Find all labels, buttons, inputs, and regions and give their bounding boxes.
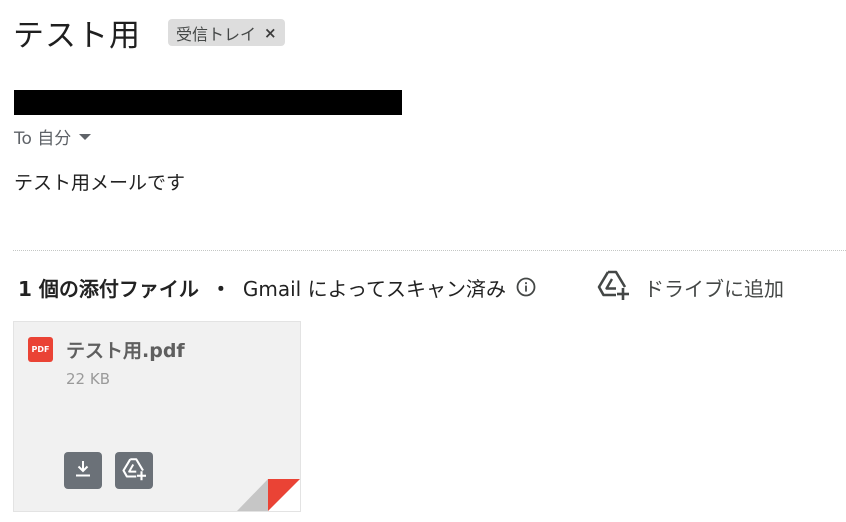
- attachments-header: 1 個の添付ファイル ・ Gmail によってスキャン済み: [18, 272, 536, 302]
- scan-status-text: Gmail によってスキャン済み: [242, 276, 506, 301]
- email-subject: テスト用: [13, 18, 141, 54]
- download-button[interactable]: [64, 452, 102, 489]
- recipient-details-toggle[interactable]: To 自分: [14, 124, 92, 149]
- caret-down-icon: [79, 133, 92, 140]
- attachment-count: 1 個の添付ファイル: [18, 276, 199, 301]
- recipient-text: To 自分: [14, 129, 72, 149]
- download-icon: [73, 459, 93, 483]
- drive-add-icon: [596, 269, 630, 305]
- save-to-drive-button[interactable]: [115, 452, 153, 489]
- page-corner-fold: [237, 479, 300, 511]
- label-chip-inbox: 受信トレイ ×: [168, 19, 285, 46]
- add-to-drive-button[interactable]: ドライブに追加: [596, 270, 784, 304]
- attachment-file-size: 22 KB: [66, 370, 110, 388]
- sender-name-redacted: [14, 90, 402, 115]
- email-body: テスト用メールです: [14, 172, 186, 194]
- remove-label-button[interactable]: ×: [264, 24, 277, 42]
- label-chip-text: 受信トレイ: [176, 24, 257, 44]
- attachment-card[interactable]: PDF テスト用.pdf 22 KB: [13, 321, 301, 512]
- add-to-drive-label: ドライブに追加: [644, 276, 784, 301]
- info-icon[interactable]: [516, 277, 536, 297]
- drive-add-icon: [121, 457, 147, 485]
- pdf-icon: PDF: [28, 337, 53, 362]
- attachments-divider: [13, 250, 846, 251]
- header-separator: ・: [210, 276, 231, 301]
- attachment-file-name: テスト用.pdf: [66, 340, 185, 362]
